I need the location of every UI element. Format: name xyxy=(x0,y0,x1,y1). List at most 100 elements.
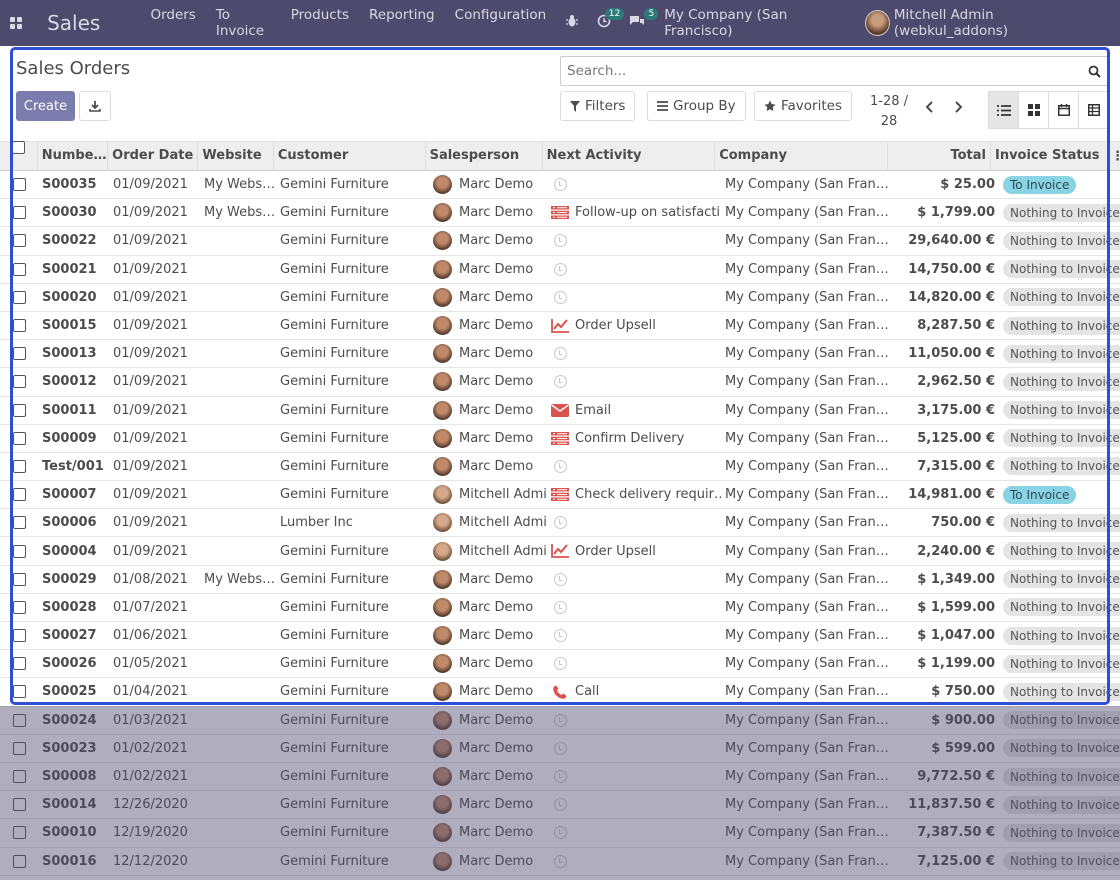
order-next-activity[interactable]: Call xyxy=(547,684,721,699)
order-next-activity[interactable] xyxy=(547,600,721,614)
column-customer[interactable]: Customer xyxy=(274,141,426,171)
clock-icon[interactable] xyxy=(551,600,569,614)
list-view-button[interactable] xyxy=(988,91,1019,129)
row-checkbox[interactable] xyxy=(12,403,26,417)
column-company[interactable]: Company xyxy=(715,141,888,171)
table-row[interactable]: S00013 01/09/2021 Gemini Furniture Marc Dem… xyxy=(0,340,1120,369)
order-next-activity[interactable] xyxy=(547,629,721,643)
column-order-date[interactable]: Order Date xyxy=(108,141,199,171)
table-row[interactable]: S00004 01/09/2021 Gemini Furniture Mitchell… xyxy=(0,537,1120,566)
row-checkbox[interactable] xyxy=(12,685,26,699)
tasks-icon[interactable] xyxy=(551,488,569,502)
row-checkbox-cell[interactable] xyxy=(0,234,38,248)
row-checkbox[interactable] xyxy=(12,206,26,220)
table-row[interactable]: S00022 01/09/2021 Gemini Furniture Marc Dem… xyxy=(0,227,1120,256)
kanban-view-button[interactable] xyxy=(1018,91,1049,129)
order-next-activity[interactable]: Confirm Delivery xyxy=(547,431,721,446)
debug-bug-icon[interactable] xyxy=(556,14,588,32)
row-checkbox[interactable] xyxy=(12,572,26,586)
tasks-icon[interactable] xyxy=(551,206,569,220)
table-row[interactable]: S00025 01/04/2021 Gemini Furniture Marc Dem… xyxy=(0,678,1120,707)
table-row[interactable]: S00009 01/09/2021 Gemini Furniture Marc Dem… xyxy=(0,424,1120,453)
table-row[interactable]: S00029 01/08/2021 My Website Gemini Furnitu… xyxy=(0,565,1120,594)
order-next-activity[interactable] xyxy=(547,572,721,586)
menu-configuration[interactable]: Configuration xyxy=(445,7,557,39)
envelope-icon[interactable] xyxy=(551,403,569,417)
order-next-activity[interactable] xyxy=(547,459,721,473)
row-checkbox-cell[interactable] xyxy=(0,375,38,389)
order-next-activity[interactable]: Follow-up on satisfacti… xyxy=(547,205,721,220)
row-checkbox-cell[interactable] xyxy=(0,262,38,276)
row-checkbox[interactable] xyxy=(12,319,26,333)
line-chart-icon[interactable] xyxy=(551,318,569,333)
row-checkbox-cell[interactable] xyxy=(0,572,38,586)
select-all-checkbox-cell[interactable] xyxy=(0,141,38,171)
order-next-activity[interactable]: Order Upsell xyxy=(547,318,721,333)
order-next-activity[interactable]: Email xyxy=(547,403,721,418)
order-next-activity[interactable] xyxy=(547,375,721,389)
row-checkbox-cell[interactable] xyxy=(0,600,38,614)
clock-icon[interactable] xyxy=(551,290,569,304)
row-checkbox[interactable] xyxy=(12,459,26,473)
column-salesperson[interactable]: Salesperson xyxy=(426,141,543,171)
pager-previous-icon[interactable] xyxy=(925,98,935,117)
menu-orders[interactable]: Orders xyxy=(140,7,205,39)
table-row[interactable]: S00011 01/09/2021 Gemini Furniture Marc Dem… xyxy=(0,396,1120,425)
order-next-activity[interactable] xyxy=(547,290,721,304)
menu-reporting[interactable]: Reporting xyxy=(359,7,445,39)
filters-button[interactable]: Filters xyxy=(560,91,636,121)
order-next-activity[interactable] xyxy=(547,234,721,248)
column-invoice-status[interactable]: Invoice Status xyxy=(991,141,1111,171)
pager-value[interactable]: 1-28 / 28 xyxy=(866,92,912,132)
table-row[interactable]: S00021 01/09/2021 Gemini Furniture Marc Dem… xyxy=(0,255,1120,284)
row-checkbox[interactable] xyxy=(12,657,26,671)
row-checkbox-cell[interactable] xyxy=(0,206,38,220)
user-menu[interactable]: Mitchell Admin (webkul_addons) xyxy=(864,7,1120,39)
table-row[interactable]: S00007 01/09/2021 Gemini Furniture Mitchell… xyxy=(0,481,1120,510)
row-checkbox-cell[interactable] xyxy=(0,403,38,417)
menu-products[interactable]: Products xyxy=(281,7,359,39)
order-next-activity[interactable]: Check delivery requir… xyxy=(547,487,721,502)
row-checkbox[interactable] xyxy=(12,629,26,643)
column-total[interactable]: Total xyxy=(888,141,991,171)
row-checkbox-cell[interactable] xyxy=(0,488,38,502)
search-icon[interactable] xyxy=(1088,65,1101,78)
table-row[interactable]: S00030 01/09/2021 My Website Gemini Furnitu… xyxy=(0,199,1120,228)
row-checkbox-cell[interactable] xyxy=(0,431,38,445)
pivot-view-button[interactable] xyxy=(1078,91,1109,129)
tasks-icon[interactable] xyxy=(551,431,569,445)
clock-icon[interactable] xyxy=(551,347,569,361)
clock-icon[interactable] xyxy=(551,234,569,248)
pager-next-icon[interactable] xyxy=(953,98,963,117)
create-button[interactable]: Create xyxy=(16,91,75,121)
line-chart-icon[interactable] xyxy=(551,544,569,558)
row-checkbox[interactable] xyxy=(12,431,26,445)
clock-icon[interactable] xyxy=(551,657,569,671)
row-checkbox-cell[interactable] xyxy=(0,516,38,530)
table-row[interactable]: S00006 01/09/2021 Lumber Inc Mitchell Admin… xyxy=(0,509,1120,538)
table-row[interactable]: S00015 01/09/2021 Gemini Furniture Marc Dem… xyxy=(0,311,1120,341)
order-next-activity[interactable] xyxy=(547,516,721,530)
optional-columns-toggle-icon[interactable]: ⋮ xyxy=(1111,149,1120,164)
row-checkbox-cell[interactable] xyxy=(0,178,38,192)
order-next-activity[interactable] xyxy=(547,657,721,671)
select-all-checkbox[interactable] xyxy=(11,141,25,154)
row-checkbox-cell[interactable] xyxy=(0,319,38,333)
table-row[interactable]: S00012 01/09/2021 Gemini Furniture Marc Dem… xyxy=(0,368,1120,397)
favorites-button[interactable]: Favorites xyxy=(754,91,852,121)
search-input[interactable]: Search... xyxy=(567,63,1088,79)
search-bar[interactable]: Search... xyxy=(560,56,1108,86)
company-switcher[interactable]: My Company (San Francisco) xyxy=(654,7,865,39)
column-number[interactable]: Numbe… xyxy=(38,141,109,171)
table-row[interactable]: Test/001 01/09/2021 Gemini Furniture Marc D… xyxy=(0,452,1120,482)
clock-icon[interactable] xyxy=(551,375,569,389)
clock-icon[interactable] xyxy=(551,572,569,586)
order-next-activity[interactable]: Order Upsell xyxy=(547,544,721,559)
table-row[interactable]: S00028 01/07/2021 Gemini Furniture Marc Dem… xyxy=(0,593,1120,622)
download-button[interactable] xyxy=(79,91,111,121)
table-row[interactable]: S00027 01/06/2021 Gemini Furniture Marc Dem… xyxy=(0,622,1120,651)
row-checkbox[interactable] xyxy=(12,290,26,304)
messages-chat-icon[interactable]: 5 xyxy=(620,8,659,32)
clock-icon[interactable] xyxy=(551,629,569,643)
row-checkbox-cell[interactable] xyxy=(0,459,38,473)
